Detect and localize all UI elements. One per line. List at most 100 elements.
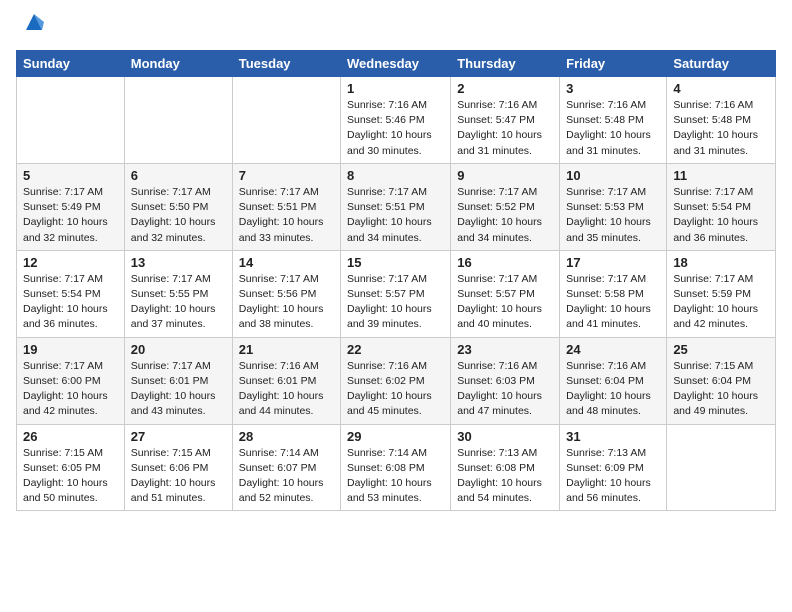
day-number: 23 — [457, 342, 553, 357]
calendar-day-header: Friday — [560, 51, 667, 77]
day-info: Sunrise: 7:17 AM Sunset: 5:57 PM Dayligh… — [347, 272, 444, 333]
calendar-day-header: Saturday — [667, 51, 776, 77]
calendar-cell: 6Sunrise: 7:17 AM Sunset: 5:50 PM Daylig… — [124, 163, 232, 250]
day-info: Sunrise: 7:17 AM Sunset: 5:57 PM Dayligh… — [457, 272, 553, 333]
calendar-cell: 1Sunrise: 7:16 AM Sunset: 5:46 PM Daylig… — [341, 77, 451, 164]
day-number: 20 — [131, 342, 226, 357]
day-number: 31 — [566, 429, 660, 444]
day-number: 9 — [457, 168, 553, 183]
calendar-cell: 11 Sunrise: 7:17 AM Sunset: 5:54 PM Dayli… — [667, 163, 776, 250]
day-info: Sunrise: 7:16 AM Sunset: 5:47 PM Dayligh… — [457, 98, 553, 159]
calendar-cell: 17 Sunrise: 7:17 AM Sunset: 5:58 PM Dayli… — [560, 250, 667, 337]
day-info: Sunrise: 7:15 AM Sunset: 6:06 PM Dayligh… — [131, 446, 226, 507]
day-number: 25 — [673, 342, 769, 357]
day-number: 26 — [23, 429, 118, 444]
day-info: Sunrise: 7:17 AM Sunset: 5:59 PM Dayligh… — [673, 272, 769, 333]
header — [16, 16, 776, 38]
calendar-cell: 21 Sunrise: 7:16 AM Sunset: 6:01 PM Dayli… — [232, 337, 340, 424]
day-info: Sunrise: 7:17 AM Sunset: 5:53 PM Dayligh… — [566, 185, 660, 246]
calendar-week-row: 12 Sunrise: 7:17 AM Sunset: 5:54 PM Dayli… — [17, 250, 776, 337]
calendar-day-header: Wednesday — [341, 51, 451, 77]
day-info: Sunrise: 7:17 AM Sunset: 5:54 PM Dayligh… — [673, 185, 769, 246]
calendar-cell: 9 Sunrise: 7:17 AM Sunset: 5:52 PM Daylig… — [451, 163, 560, 250]
day-number: 11 — [673, 168, 769, 183]
day-info: Sunrise: 7:16 AM Sunset: 6:01 PM Dayligh… — [239, 359, 334, 420]
calendar-cell: 30Sunrise: 7:13 AM Sunset: 6:08 PM Dayli… — [451, 424, 560, 511]
calendar-cell: 25Sunrise: 7:15 AM Sunset: 6:04 PM Dayli… — [667, 337, 776, 424]
day-info: Sunrise: 7:14 AM Sunset: 6:08 PM Dayligh… — [347, 446, 444, 507]
day-number: 8 — [347, 168, 444, 183]
logo — [16, 16, 48, 38]
calendar-cell: 28 Sunrise: 7:14 AM Sunset: 6:07 PM Dayli… — [232, 424, 340, 511]
day-info: Sunrise: 7:16 AM Sunset: 6:02 PM Dayligh… — [347, 359, 444, 420]
day-info: Sunrise: 7:16 AM Sunset: 5:48 PM Dayligh… — [566, 98, 660, 159]
day-info: Sunrise: 7:16 AM Sunset: 6:03 PM Dayligh… — [457, 359, 553, 420]
calendar-cell: 26 Sunrise: 7:15 AM Sunset: 6:05 PM Dayli… — [17, 424, 125, 511]
day-number: 3 — [566, 81, 660, 96]
day-info: Sunrise: 7:16 AM Sunset: 5:48 PM Dayligh… — [673, 98, 769, 159]
calendar-week-row: 1Sunrise: 7:16 AM Sunset: 5:46 PM Daylig… — [17, 77, 776, 164]
day-number: 21 — [239, 342, 334, 357]
day-info: Sunrise: 7:14 AM Sunset: 6:07 PM Dayligh… — [239, 446, 334, 507]
calendar-day-header: Monday — [124, 51, 232, 77]
day-info: Sunrise: 7:17 AM Sunset: 5:58 PM Dayligh… — [566, 272, 660, 333]
day-number: 28 — [239, 429, 334, 444]
day-info: Sunrise: 7:17 AM Sunset: 5:55 PM Dayligh… — [131, 272, 226, 333]
day-info: Sunrise: 7:17 AM Sunset: 5:51 PM Dayligh… — [347, 185, 444, 246]
page: SundayMondayTuesdayWednesdayThursdayFrid… — [0, 0, 792, 527]
day-number: 7 — [239, 168, 334, 183]
day-number: 30 — [457, 429, 553, 444]
calendar-cell: 22 Sunrise: 7:16 AM Sunset: 6:02 PM Dayli… — [341, 337, 451, 424]
calendar-cell: 16Sunrise: 7:17 AM Sunset: 5:57 PM Dayli… — [451, 250, 560, 337]
calendar-cell — [667, 424, 776, 511]
day-info: Sunrise: 7:17 AM Sunset: 5:51 PM Dayligh… — [239, 185, 334, 246]
calendar-cell: 8 Sunrise: 7:17 AM Sunset: 5:51 PM Daylig… — [341, 163, 451, 250]
calendar-header-row: SundayMondayTuesdayWednesdayThursdayFrid… — [17, 51, 776, 77]
calendar-cell: 20 Sunrise: 7:17 AM Sunset: 6:01 PM Dayli… — [124, 337, 232, 424]
day-info: Sunrise: 7:17 AM Sunset: 6:00 PM Dayligh… — [23, 359, 118, 420]
calendar-cell: 13 Sunrise: 7:17 AM Sunset: 5:55 PM Dayli… — [124, 250, 232, 337]
day-number: 14 — [239, 255, 334, 270]
day-number: 17 — [566, 255, 660, 270]
day-number: 24 — [566, 342, 660, 357]
calendar-cell — [17, 77, 125, 164]
calendar-cell: 12 Sunrise: 7:17 AM Sunset: 5:54 PM Dayli… — [17, 250, 125, 337]
calendar-table: SundayMondayTuesdayWednesdayThursdayFrid… — [16, 50, 776, 511]
logo-icon — [20, 8, 48, 36]
day-number: 19 — [23, 342, 118, 357]
calendar-cell: 19 Sunrise: 7:17 AM Sunset: 6:00 PM Dayli… — [17, 337, 125, 424]
day-info: Sunrise: 7:13 AM Sunset: 6:09 PM Dayligh… — [566, 446, 660, 507]
day-info: Sunrise: 7:17 AM Sunset: 5:56 PM Dayligh… — [239, 272, 334, 333]
day-info: Sunrise: 7:17 AM Sunset: 5:52 PM Dayligh… — [457, 185, 553, 246]
calendar-cell: 3 Sunrise: 7:16 AM Sunset: 5:48 PM Daylig… — [560, 77, 667, 164]
day-info: Sunrise: 7:16 AM Sunset: 6:04 PM Dayligh… — [566, 359, 660, 420]
day-info: Sunrise: 7:16 AM Sunset: 5:46 PM Dayligh… — [347, 98, 444, 159]
calendar-day-header: Tuesday — [232, 51, 340, 77]
day-number: 27 — [131, 429, 226, 444]
day-number: 5 — [23, 168, 118, 183]
calendar-cell: 15 Sunrise: 7:17 AM Sunset: 5:57 PM Dayli… — [341, 250, 451, 337]
day-number: 13 — [131, 255, 226, 270]
calendar-day-header: Thursday — [451, 51, 560, 77]
day-number: 22 — [347, 342, 444, 357]
calendar-cell: 24 Sunrise: 7:16 AM Sunset: 6:04 PM Dayli… — [560, 337, 667, 424]
calendar-cell — [232, 77, 340, 164]
day-number: 15 — [347, 255, 444, 270]
calendar-cell: 7 Sunrise: 7:17 AM Sunset: 5:51 PM Daylig… — [232, 163, 340, 250]
calendar-cell: 23 Sunrise: 7:16 AM Sunset: 6:03 PM Dayli… — [451, 337, 560, 424]
day-info: Sunrise: 7:15 AM Sunset: 6:05 PM Dayligh… — [23, 446, 118, 507]
day-number: 12 — [23, 255, 118, 270]
calendar-cell: 14 Sunrise: 7:17 AM Sunset: 5:56 PM Dayli… — [232, 250, 340, 337]
day-info: Sunrise: 7:17 AM Sunset: 5:54 PM Dayligh… — [23, 272, 118, 333]
calendar-cell: 29Sunrise: 7:14 AM Sunset: 6:08 PM Dayli… — [341, 424, 451, 511]
calendar-cell: 4Sunrise: 7:16 AM Sunset: 5:48 PM Daylig… — [667, 77, 776, 164]
calendar-cell: 10 Sunrise: 7:17 AM Sunset: 5:53 PM Dayli… — [560, 163, 667, 250]
calendar-week-row: 19 Sunrise: 7:17 AM Sunset: 6:00 PM Dayli… — [17, 337, 776, 424]
day-info: Sunrise: 7:17 AM Sunset: 5:50 PM Dayligh… — [131, 185, 226, 246]
calendar-week-row: 26 Sunrise: 7:15 AM Sunset: 6:05 PM Dayli… — [17, 424, 776, 511]
calendar-cell: 2Sunrise: 7:16 AM Sunset: 5:47 PM Daylig… — [451, 77, 560, 164]
day-number: 10 — [566, 168, 660, 183]
calendar-cell: 31 Sunrise: 7:13 AM Sunset: 6:09 PM Dayli… — [560, 424, 667, 511]
day-info: Sunrise: 7:17 AM Sunset: 6:01 PM Dayligh… — [131, 359, 226, 420]
calendar-cell: 18Sunrise: 7:17 AM Sunset: 5:59 PM Dayli… — [667, 250, 776, 337]
